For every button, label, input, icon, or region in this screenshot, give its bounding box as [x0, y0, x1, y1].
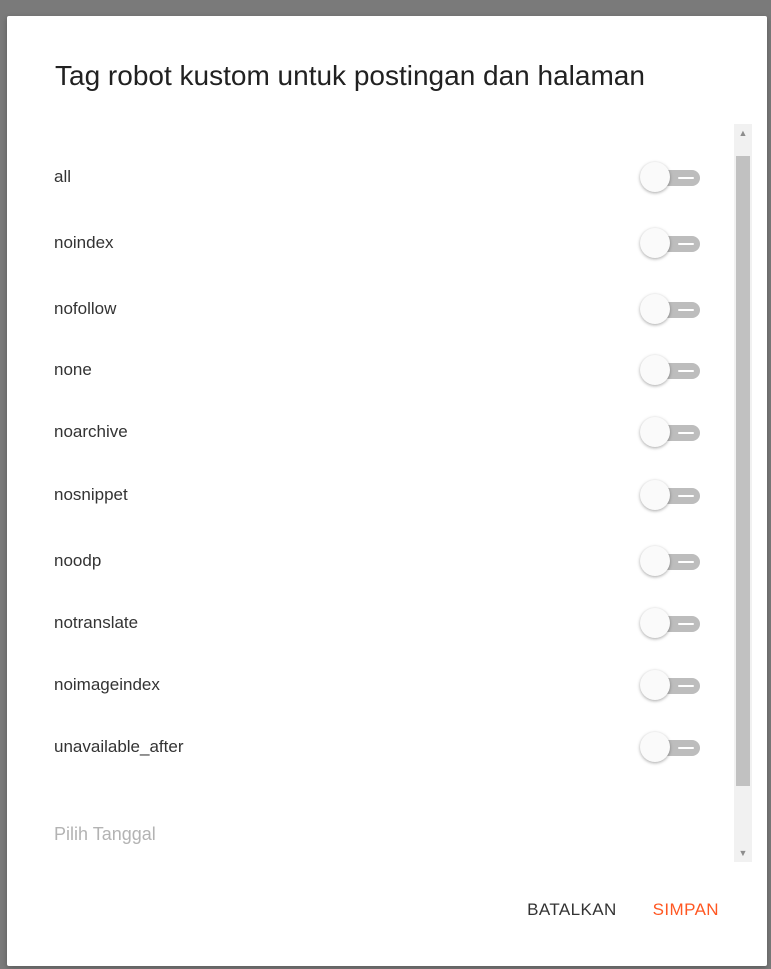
- toggle-noodp[interactable]: [640, 546, 702, 576]
- robot-tag-label-noodp: noodp: [54, 551, 102, 570]
- robot-tag-label-noimageindex: noimageindex: [54, 675, 160, 694]
- robot-tag-label-all: all: [54, 167, 72, 186]
- list-item: unavailable_after: [54, 732, 704, 762]
- cancel-button[interactable]: BATALKAN: [527, 900, 617, 920]
- list-item: notranslate: [54, 608, 704, 638]
- robot-tag-label-unavailable-after: unavailable_after: [54, 737, 184, 756]
- toggle-knob: [640, 162, 670, 192]
- robot-tag-label-noarchive: noarchive: [54, 422, 128, 441]
- toggle-knob: [640, 355, 670, 385]
- toggle-knob: [640, 417, 670, 447]
- toggle-nofollow[interactable]: [640, 294, 702, 324]
- toggle-knob: [640, 480, 670, 510]
- toggle-knob: [640, 228, 670, 258]
- scroll-down-arrow-icon[interactable]: ▼: [734, 844, 752, 862]
- toggle-nosnippet[interactable]: [640, 480, 702, 510]
- scrollbar-thumb[interactable]: [736, 156, 750, 786]
- list-item: noimageindex: [54, 670, 704, 700]
- dialog-actions: BATALKAN SIMPAN: [527, 900, 719, 920]
- list-item: none: [54, 355, 704, 385]
- scroll-up-arrow-icon[interactable]: ▲: [734, 124, 752, 142]
- robot-tags-dialog: Tag robot kustom untuk postingan dan hal…: [7, 16, 767, 966]
- list-item: all: [54, 162, 704, 192]
- save-button[interactable]: SIMPAN: [653, 900, 719, 920]
- dialog-title: Tag robot kustom untuk postingan dan hal…: [55, 60, 645, 91]
- toggle-none[interactable]: [640, 355, 702, 385]
- backdrop: Tag robot kustom untuk postingan dan hal…: [0, 0, 771, 969]
- toggle-noindex[interactable]: [640, 228, 702, 258]
- robot-tag-label-nofollow: nofollow: [54, 299, 117, 318]
- toggle-noarchive[interactable]: [640, 417, 702, 447]
- robot-tag-label-notranslate: notranslate: [54, 613, 139, 632]
- list-item: noodp: [54, 546, 704, 576]
- toggle-knob: [640, 670, 670, 700]
- robot-tag-label-none: none: [54, 360, 92, 379]
- list-item: nosnippet: [54, 480, 704, 510]
- list-scrollbar[interactable]: ▲ ▼: [734, 124, 752, 862]
- robot-tag-label-noindex: noindex: [54, 233, 114, 252]
- toggle-knob: [640, 546, 670, 576]
- toggle-all[interactable]: [640, 162, 702, 192]
- robot-tag-label-nosnippet: nosnippet: [54, 485, 128, 504]
- robot-tag-list: all noindex nofollow none noarchive nosn…: [7, 124, 767, 862]
- toggle-unavailable-after[interactable]: [640, 732, 702, 762]
- toggle-knob: [640, 732, 670, 762]
- list-item: nofollow: [54, 294, 704, 324]
- toggle-knob: [640, 294, 670, 324]
- date-picker-field[interactable]: Pilih Tanggal: [54, 824, 156, 845]
- list-item: noarchive: [54, 417, 704, 447]
- list-item: noindex: [54, 228, 704, 258]
- toggle-noimageindex[interactable]: [640, 670, 702, 700]
- toggle-notranslate[interactable]: [640, 608, 702, 638]
- toggle-knob: [640, 608, 670, 638]
